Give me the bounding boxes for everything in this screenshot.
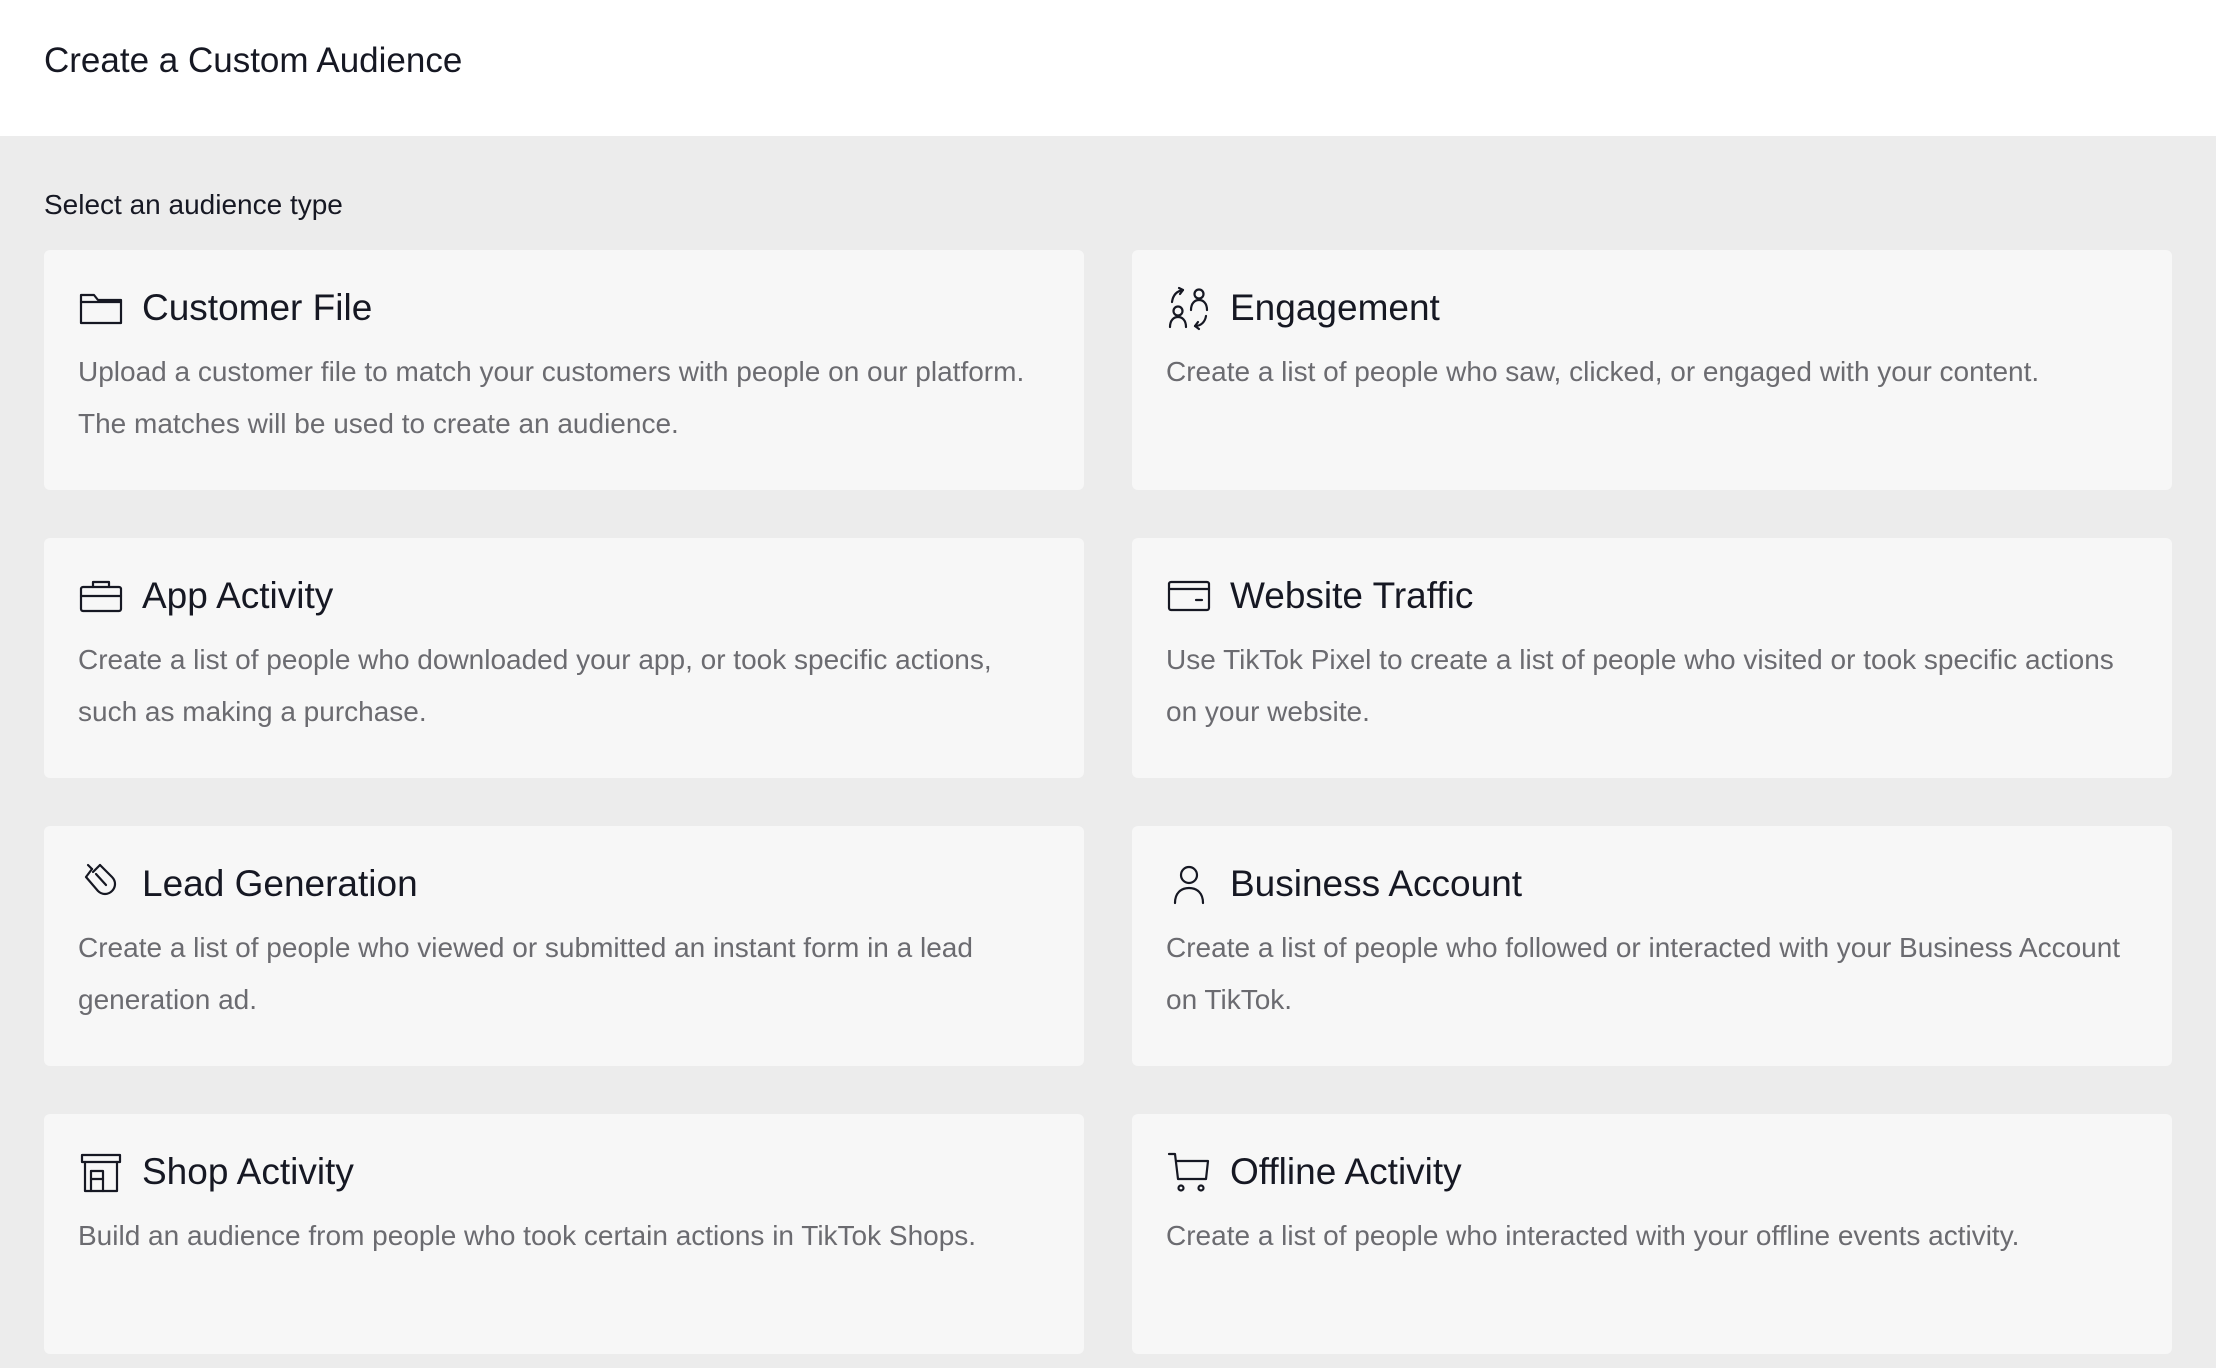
card-description: Upload a customer file to match your cus… bbox=[78, 356, 1025, 439]
card-description: Create a list of people who viewed or su… bbox=[78, 932, 973, 1015]
card-title: App Activity bbox=[142, 575, 334, 616]
page-header: Create a Custom Audience bbox=[0, 0, 2216, 136]
card-title: Lead Generation bbox=[142, 863, 418, 904]
section-label: Select an audience type bbox=[44, 189, 343, 220]
card-title: Offline Activity bbox=[1230, 1151, 1462, 1192]
browser-window-icon bbox=[1166, 573, 1212, 619]
card-title: Website Traffic bbox=[1230, 575, 1474, 616]
card-description: Create a list of people who followed or … bbox=[1166, 932, 2121, 1015]
magnet-icon bbox=[78, 861, 124, 907]
card-title: Business Account bbox=[1230, 863, 1523, 904]
card-description: Use TikTok Pixel to create a list of peo… bbox=[1166, 644, 2114, 727]
card-description: Create a list of people who saw, clicked… bbox=[1166, 356, 2040, 387]
card-title: Customer File bbox=[142, 287, 373, 328]
folder-icon bbox=[78, 285, 124, 331]
storefront-icon bbox=[78, 1149, 124, 1195]
engagement-icon bbox=[1166, 285, 1212, 331]
person-icon bbox=[1166, 861, 1212, 907]
page-title: Create a Custom Audience bbox=[44, 41, 463, 80]
audience-card-business-account[interactable]: Business Account Create a list of people… bbox=[1132, 826, 2172, 1066]
card-title: Engagement bbox=[1230, 287, 1440, 328]
audience-card-website-traffic[interactable]: Website Traffic Use TikTok Pixel to crea… bbox=[1132, 538, 2172, 778]
audience-type-grid: Customer File Upload a customer file to … bbox=[44, 250, 2172, 1354]
card-title: Shop Activity bbox=[142, 1151, 354, 1192]
card-description: Create a list of people who interacted w… bbox=[1166, 1220, 2020, 1251]
audience-card-lead-generation[interactable]: Lead Generation Create a list of people … bbox=[44, 826, 1084, 1066]
audience-card-engagement[interactable]: Engagement Create a list of people who s… bbox=[1132, 250, 2172, 490]
shopping-cart-icon bbox=[1166, 1149, 1212, 1195]
audience-card-app-activity[interactable]: App Activity Create a list of people who… bbox=[44, 538, 1084, 778]
audience-card-offline-activity[interactable]: Offline Activity Create a list of people… bbox=[1132, 1114, 2172, 1354]
main-content: Select an audience type Customer File Up… bbox=[0, 136, 2216, 1354]
briefcase-icon bbox=[78, 573, 124, 619]
audience-card-customer-file[interactable]: Customer File Upload a customer file to … bbox=[44, 250, 1084, 490]
audience-card-shop-activity[interactable]: Shop Activity Build an audience from peo… bbox=[44, 1114, 1084, 1354]
card-description: Create a list of people who downloaded y… bbox=[78, 644, 992, 727]
card-description: Build an audience from people who took c… bbox=[78, 1220, 977, 1251]
